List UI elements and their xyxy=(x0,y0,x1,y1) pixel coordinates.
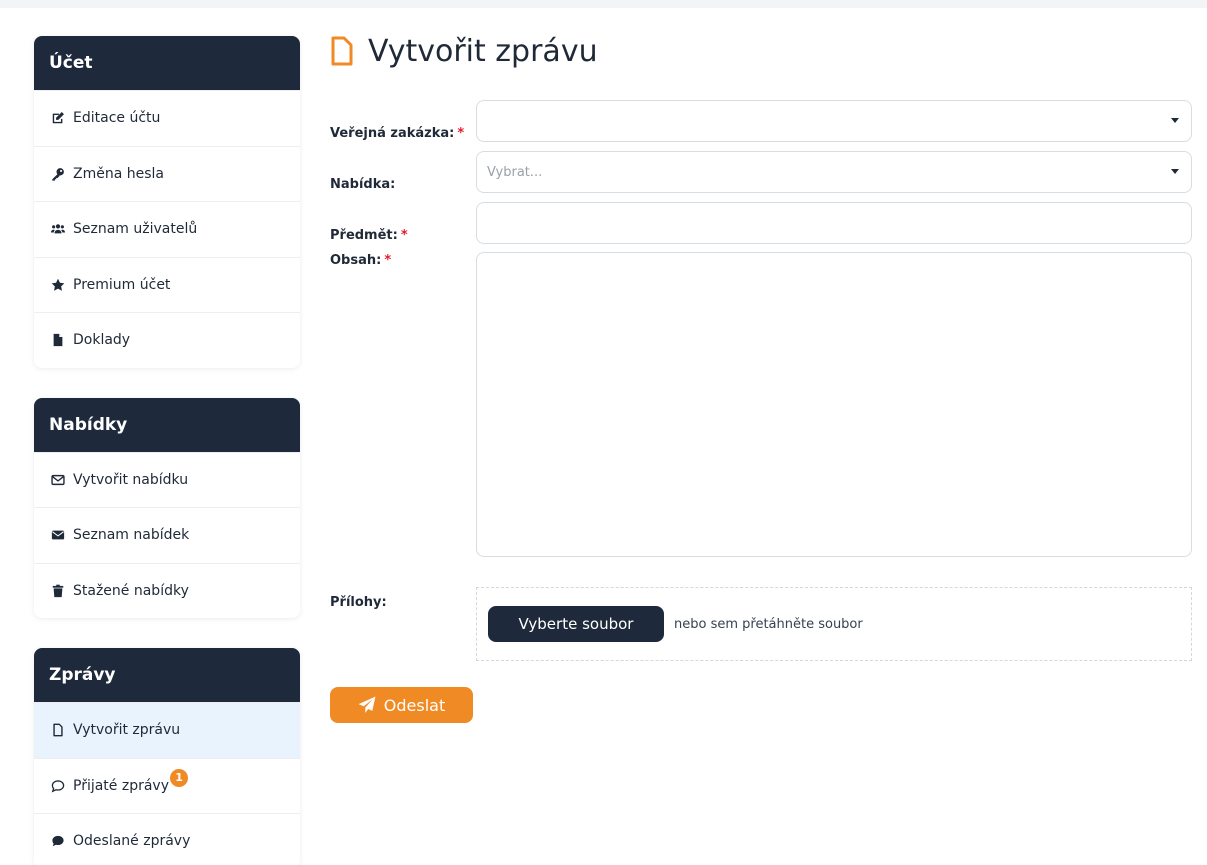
content-row: Obsah: * xyxy=(330,252,1192,557)
sidebar-item-edit-account[interactable]: Editace účtu xyxy=(34,90,300,146)
offer-select[interactable]: Vybrat... xyxy=(476,151,1192,193)
chevron-down-icon xyxy=(1171,118,1179,123)
paper-plane-icon xyxy=(358,696,376,713)
messages-panel-title: Zprávy xyxy=(34,648,300,702)
sidebar-item-label: Stažené nabídky xyxy=(73,582,189,599)
sidebar: Účet Editace účtu Změna hesla Seznam uži… xyxy=(34,36,300,865)
sidebar-item-create-message[interactable]: Vytvořit zprávu xyxy=(34,702,300,758)
offers-panel-title: Nabídky xyxy=(34,397,300,452)
sidebar-item-offer-list[interactable]: Seznam nabídek xyxy=(34,507,300,563)
top-strip xyxy=(0,0,1207,8)
sidebar-item-label: Editace účtu xyxy=(73,110,161,127)
page-title: Vytvořit zprávu xyxy=(368,33,598,69)
subject-label: Předmět: * xyxy=(330,227,408,243)
sidebar-item-label: Premium účet xyxy=(73,276,171,293)
sidebar-item-label: Vytvořit zprávu xyxy=(73,722,181,739)
attachments-row: Přílohy: Vyberte soubor nebo sem přetáhn… xyxy=(330,587,1192,661)
tender-row: Veřejná zakázka: * xyxy=(330,100,1192,154)
dropzone-hint: nebo sem přetáhněte soubor xyxy=(674,616,863,632)
sidebar-item-sent-messages[interactable]: Odeslané zprávy xyxy=(34,813,300,865)
key-icon xyxy=(49,165,67,183)
sidebar-item-label: Odeslané zprávy xyxy=(73,833,191,850)
tender-select[interactable] xyxy=(476,100,1192,142)
file-outline-icon xyxy=(49,721,67,739)
sidebar-item-users[interactable]: Seznam uživatelů xyxy=(34,201,300,257)
attachments-label: Přílohy: xyxy=(330,595,387,610)
sidebar-item-received-messages[interactable]: Přijaté zprávy 1 xyxy=(34,757,300,814)
sidebar-item-label: Doklady xyxy=(73,332,131,349)
content-textarea[interactable] xyxy=(476,252,1192,557)
sidebar-item-premium[interactable]: Premium účet xyxy=(34,256,300,313)
sidebar-item-documents[interactable]: Doklady xyxy=(34,312,300,368)
comment-outline-icon xyxy=(49,777,67,795)
sidebar-item-label: Seznam nabídek xyxy=(73,527,190,544)
sidebar-item-label: Změna hesla xyxy=(73,165,164,182)
envelope-outline-icon xyxy=(49,471,67,489)
sidebar-item-label: Přijaté zprávy xyxy=(73,777,170,794)
unread-count-badge: 1 xyxy=(170,768,189,787)
chevron-down-icon xyxy=(1171,169,1179,174)
send-button-label: Odeslat xyxy=(383,695,446,715)
sidebar-item-label: Seznam uživatelů xyxy=(73,221,198,238)
account-panel-title: Účet xyxy=(34,36,300,90)
offer-row: Nabídka: Vybrat... xyxy=(330,151,1192,205)
offer-select-placeholder: Vybrat... xyxy=(487,164,543,180)
star-icon xyxy=(49,276,67,294)
subject-input[interactable] xyxy=(476,202,1192,244)
sidebar-item-withdrawn-offers[interactable]: Stažené nabídky xyxy=(34,562,300,619)
file-outline-icon xyxy=(331,36,353,66)
envelope-icon xyxy=(49,526,67,544)
trash-icon xyxy=(49,582,67,600)
sidebar-item-create-offer[interactable]: Vytvořit nabídku xyxy=(34,451,300,508)
send-button[interactable]: Odeslat xyxy=(330,687,473,723)
offer-label: Nabídka: xyxy=(330,176,396,192)
edit-icon xyxy=(49,109,67,127)
sidebar-item-change-password[interactable]: Změna hesla xyxy=(34,145,300,202)
tender-label: Veřejná zakázka: * xyxy=(330,125,465,141)
page-header: Vytvořit zprávu xyxy=(330,30,1192,72)
users-icon xyxy=(49,220,67,238)
content-label: Obsah: * xyxy=(330,253,392,268)
file-dropzone[interactable]: Vyberte soubor nebo sem přetáhněte soubo… xyxy=(476,587,1192,661)
subject-row: Předmět: * xyxy=(330,202,1192,256)
sidebar-item-label: Vytvořit nabídku xyxy=(73,471,189,488)
comment-icon xyxy=(49,832,67,850)
account-panel: Účet Editace účtu Změna hesla Seznam uži… xyxy=(34,36,300,368)
offers-panel: Nabídky Vytvořit nabídku Seznam nabídek … xyxy=(34,397,300,619)
choose-file-button[interactable]: Vyberte soubor xyxy=(488,606,664,642)
main-content: Vytvořit zprávu Veřejná zakázka: * Nabídk… xyxy=(330,30,1192,723)
file-icon xyxy=(49,331,67,349)
messages-panel: Zprávy Vytvořit zprávu Přijaté zprávy 1 … xyxy=(34,648,300,865)
